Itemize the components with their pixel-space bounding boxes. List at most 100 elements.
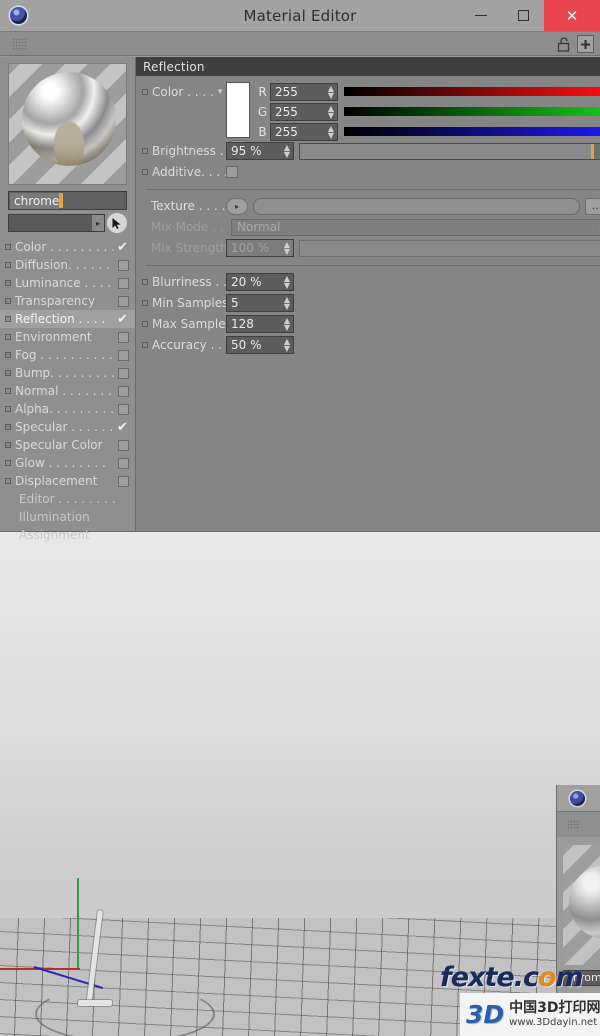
channel-item-alpha[interactable]: Alpha. . . . . . . . .: [0, 400, 135, 418]
channel-radio-icon[interactable]: [5, 460, 11, 466]
brightness-radio-icon[interactable]: [142, 148, 148, 154]
arrow-cursor-icon[interactable]: [107, 213, 127, 233]
channel-radio-icon[interactable]: [5, 370, 11, 376]
secondary-window-toolbar[interactable]: [557, 811, 600, 837]
channel-checkbox[interactable]: [118, 331, 129, 343]
spinner-arrows-icon[interactable]: ▲ ▼: [284, 296, 290, 311]
channel-radio-icon[interactable]: [5, 352, 11, 358]
channel-item-displacement[interactable]: Displacement: [0, 472, 135, 490]
brightness-input[interactable]: 95 % ▲ ▼: [226, 142, 294, 160]
g-gradient-slider[interactable]: [344, 107, 600, 116]
channel-radio-icon[interactable]: [5, 280, 11, 286]
r-value-input[interactable]: 255 ▲ ▼: [270, 82, 338, 101]
channel-checkbox[interactable]: [118, 367, 129, 379]
channel-radio-icon[interactable]: [5, 334, 11, 340]
b-value-input[interactable]: 255 ▲ ▼: [270, 122, 338, 141]
channel-radio-icon[interactable]: [5, 424, 11, 430]
spinner-arrows-icon[interactable]: ▲ ▼: [284, 241, 290, 256]
viewport-3d[interactable]: B ✤: [0, 530, 600, 1036]
spinner-arrows-icon[interactable]: ▲ ▼: [284, 317, 290, 332]
minimize-button[interactable]: [460, 0, 502, 31]
channel-item-diffusion[interactable]: Diffusion. . . . . .: [0, 256, 135, 274]
channel-item-color[interactable]: Color . . . . . . . . . ✔: [0, 238, 135, 256]
material-preview[interactable]: [8, 63, 127, 185]
channel-checkbox[interactable]: [118, 475, 129, 487]
max-samples-radio-icon[interactable]: [142, 321, 148, 327]
chevron-down-icon[interactable]: ▾: [218, 87, 223, 97]
additive-radio-icon[interactable]: [142, 169, 148, 175]
channel-checkbox[interactable]: [118, 439, 129, 451]
channel-item-environment[interactable]: Environment: [0, 328, 135, 346]
channel-radio-icon[interactable]: [5, 298, 11, 304]
additive-checkbox[interactable]: [226, 166, 238, 178]
channel-item-luminance[interactable]: Luminance . . . .: [0, 274, 135, 292]
channel-radio-icon[interactable]: [5, 442, 11, 448]
sidebar-item-illumination[interactable]: Illumination: [0, 508, 135, 526]
max-samples-input[interactable]: 128 ▲ ▼: [226, 315, 294, 333]
spinner-arrows-icon[interactable]: ▲ ▼: [284, 144, 290, 159]
texture-browse-button[interactable]: ...: [585, 197, 600, 215]
channel-radio-icon[interactable]: [5, 388, 11, 394]
mix-strength-slider[interactable]: [299, 239, 600, 257]
material-name-field[interactable]: chrome: [8, 191, 127, 210]
check-icon[interactable]: ✔: [116, 312, 129, 327]
channel-item-reflection[interactable]: Reflection . . . . ✔: [0, 310, 135, 328]
spinner-arrows-icon[interactable]: ▲ ▼: [328, 104, 334, 119]
spinner-arrows-icon[interactable]: ▲ ▼: [284, 338, 290, 353]
b-gradient-slider[interactable]: [344, 127, 600, 136]
drag-grip-icon[interactable]: [12, 38, 26, 50]
channel-checkbox[interactable]: [118, 403, 129, 415]
channel-checkbox[interactable]: [118, 457, 129, 469]
channel-checkbox[interactable]: [118, 259, 129, 271]
channel-radio-icon[interactable]: [5, 262, 11, 268]
channel-item-bump[interactable]: Bump. . . . . . . . .: [0, 364, 135, 382]
drag-grip-icon[interactable]: [567, 820, 580, 830]
secondary-window-titlebar[interactable]: [557, 785, 600, 811]
pin-icon[interactable]: [577, 35, 594, 53]
spinner-arrows-icon[interactable]: ▲ ▼: [328, 84, 334, 99]
color-radio-icon[interactable]: [142, 89, 148, 95]
channel-radio-icon[interactable]: [5, 244, 11, 250]
spinner-arrows-icon[interactable]: ▲ ▼: [328, 124, 334, 139]
accuracy-radio-icon[interactable]: [142, 342, 148, 348]
check-icon[interactable]: ✔: [116, 240, 129, 255]
min-samples-radio-icon[interactable]: [142, 300, 148, 306]
channel-item-specular-color[interactable]: Specular Color: [0, 436, 135, 454]
channel-checkbox[interactable]: [118, 277, 129, 289]
texture-input[interactable]: [253, 197, 580, 215]
check-icon[interactable]: ✔: [116, 420, 129, 435]
secondary-material-preview[interactable]: [563, 845, 600, 965]
brightness-slider[interactable]: [299, 142, 600, 160]
search-input[interactable]: ▸: [8, 214, 105, 232]
blurriness-radio-icon[interactable]: [142, 279, 148, 285]
sidebar-item-editor[interactable]: Editor . . . . . . . .: [0, 490, 135, 508]
channel-item-glow[interactable]: Glow . . . . . . . .: [0, 454, 135, 472]
window-titlebar[interactable]: Material Editor ✕: [0, 0, 600, 31]
chevron-right-icon[interactable]: ▸: [92, 215, 104, 231]
channel-checkbox[interactable]: [118, 295, 129, 307]
channel-radio-icon[interactable]: [5, 316, 11, 322]
channel-radio-icon[interactable]: [5, 478, 11, 484]
r-gradient-slider[interactable]: [344, 87, 600, 96]
channel-radio-icon[interactable]: [5, 406, 11, 412]
channel-item-normal[interactable]: Normal . . . . . . .: [0, 382, 135, 400]
mix-mode-select[interactable]: Normal ▾: [231, 218, 600, 236]
channel-checkbox[interactable]: [118, 385, 129, 397]
color-swatch[interactable]: [226, 82, 250, 138]
blurriness-input[interactable]: 20 % ▲ ▼: [226, 273, 294, 291]
lock-open-icon[interactable]: [555, 35, 572, 53]
maximize-button[interactable]: [502, 0, 544, 31]
channel-item-fog[interactable]: Fog . . . . . . . . . .: [0, 346, 135, 364]
channel-item-transparency[interactable]: Transparency: [0, 292, 135, 310]
brightness-slider-knob[interactable]: [591, 143, 595, 159]
spinner-arrows-icon[interactable]: ▲ ▼: [284, 275, 290, 290]
channel-checkbox[interactable]: [118, 349, 129, 361]
g-value-input[interactable]: 255 ▲ ▼: [270, 102, 338, 121]
mix-strength-input[interactable]: 100 % ▲ ▼: [226, 239, 294, 257]
min-samples-input[interactable]: 5 ▲ ▼: [226, 294, 294, 312]
sidebar-item-assignment[interactable]: Assignment: [0, 526, 135, 544]
channel-item-specular[interactable]: Specular . . . . . . ✔: [0, 418, 135, 436]
texture-play-button[interactable]: ▸: [226, 197, 248, 215]
accuracy-input[interactable]: 50 % ▲ ▼: [226, 336, 294, 354]
close-button[interactable]: ✕: [544, 0, 600, 31]
